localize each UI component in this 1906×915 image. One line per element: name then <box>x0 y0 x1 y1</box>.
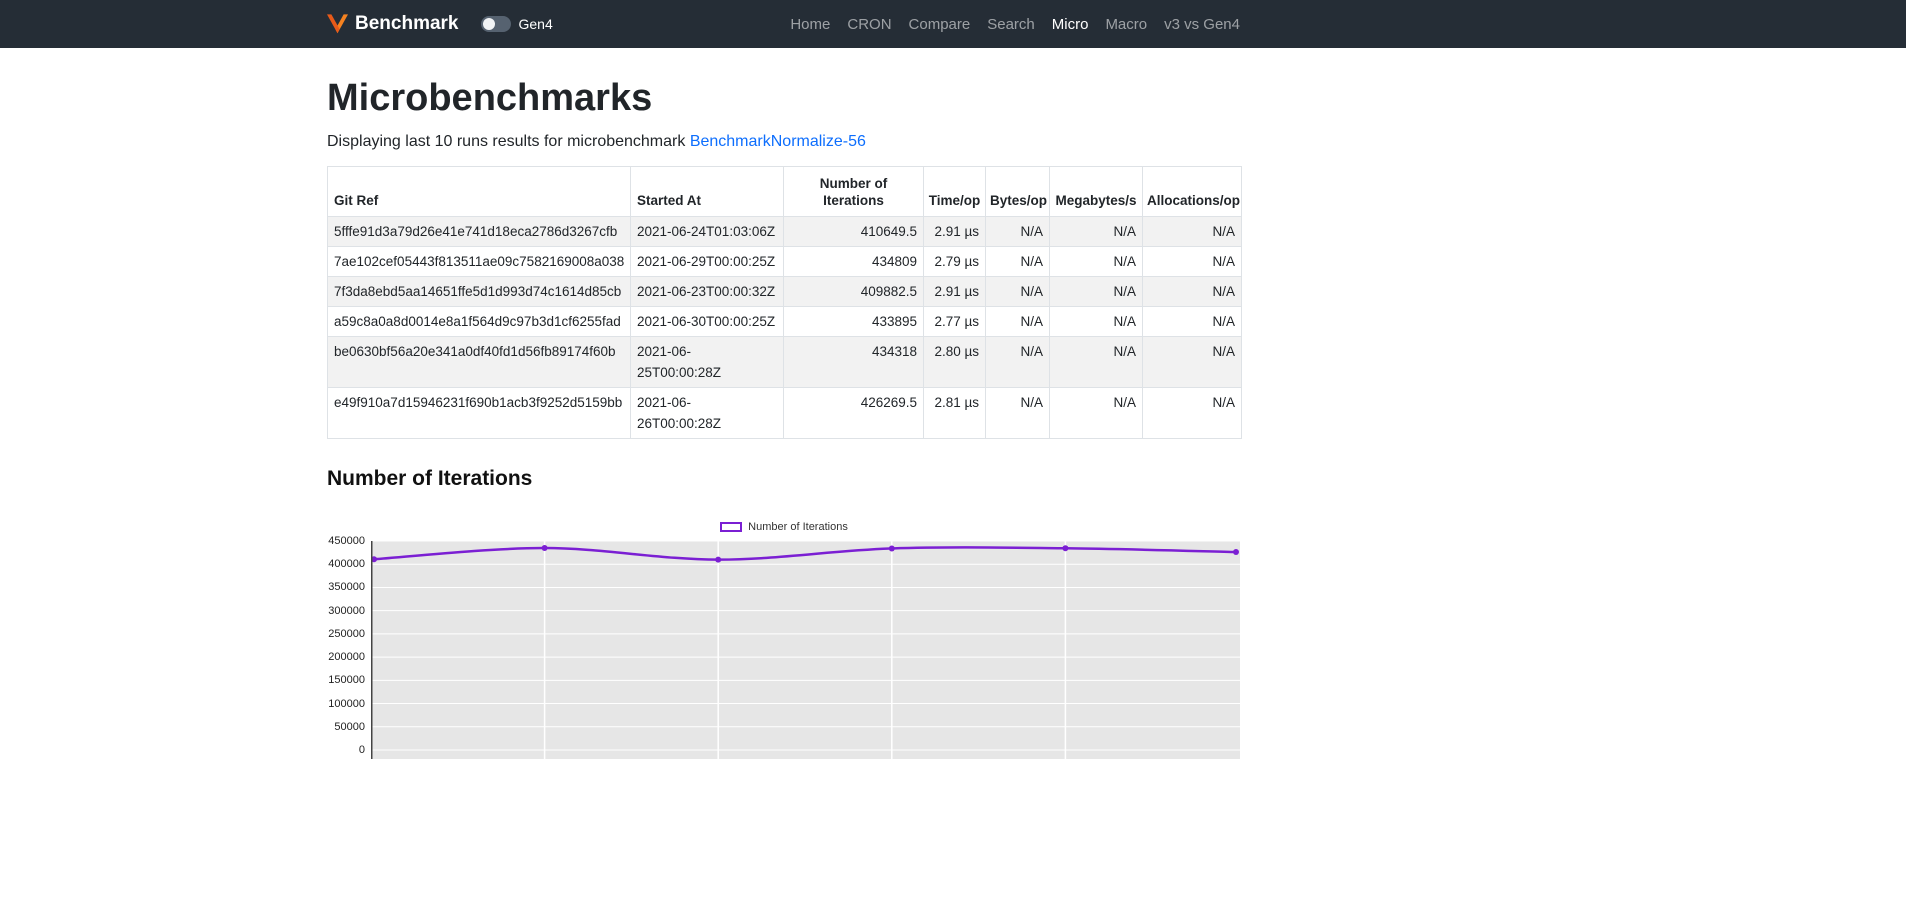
y-axis-labels: 0 50000 100000 150000 200000 250000 300000 3500… <box>327 541 365 771</box>
legend-swatch-icon <box>720 522 742 532</box>
table-row: a59c8a0a8d0014e8a1f564d9c97b3d1cf6255fad… <box>328 307 1242 337</box>
cell-megabytes-s: N/A <box>1050 217 1143 247</box>
cell-bytes-op: N/A <box>986 247 1050 277</box>
y-axis-tick: 150000 <box>327 674 365 686</box>
column-header-bytes-op: Bytes/op <box>986 167 1050 217</box>
y-axis-tick: 350000 <box>327 581 365 593</box>
navbar-inner: Benchmark Gen4 Home CRON Compare Search Micr… <box>327 13 1240 35</box>
gen4-toggle-group: Gen4 <box>481 16 553 32</box>
cell-bytes-op: N/A <box>986 277 1050 307</box>
table-row: e49f910a7d15946231f690b1acb3f9252d5159bb… <box>328 388 1242 439</box>
y-axis-tick: 0 <box>327 744 365 756</box>
chart-legend: Number of Iterations <box>327 521 1241 533</box>
cell-iterations: 410649.5 <box>784 217 924 247</box>
gen4-toggle-label: Gen4 <box>519 16 553 32</box>
cell-megabytes-s: N/A <box>1050 307 1143 337</box>
cell-allocations-op: N/A <box>1143 388 1242 439</box>
cell-time-op: 2.91 µs <box>924 217 986 247</box>
cell-bytes-op: N/A <box>986 307 1050 337</box>
cell-allocations-op: N/A <box>1143 277 1242 307</box>
nav-item-micro[interactable]: Micro <box>1052 16 1089 33</box>
cell-git-ref: e49f910a7d15946231f690b1acb3f9252d5159bb <box>328 388 631 439</box>
cell-megabytes-s: N/A <box>1050 247 1143 277</box>
cell-megabytes-s: N/A <box>1050 277 1143 307</box>
cell-time-op: 2.81 µs <box>924 388 986 439</box>
vitess-logo-icon <box>327 14 348 34</box>
table-header-row: Git RefStarted AtNumber of IterationsTim… <box>328 167 1242 217</box>
plot-area: 0 50000 100000 150000 200000 250000 300000 3500… <box>327 541 1241 771</box>
results-table: Git RefStarted AtNumber of IterationsTim… <box>327 166 1242 439</box>
y-axis-tick: 300000 <box>327 605 365 617</box>
cell-time-op: 2.91 µs <box>924 277 986 307</box>
table-row: 7ae102cef05443f813511ae09c7582169008a038… <box>328 247 1242 277</box>
y-axis-tick: 450000 <box>327 535 365 547</box>
column-header-megabytes-s: Megabytes/s <box>1050 167 1143 217</box>
gen4-toggle[interactable] <box>481 16 511 32</box>
iterations-chart: Number of Iterations 0 50000 100000 150000 2… <box>327 521 1241 771</box>
cell-git-ref: 7f3da8ebd5aa14651ffe5d1d993d74c1614d85cb <box>328 277 631 307</box>
y-axis-tick: 50000 <box>327 721 365 733</box>
cell-bytes-op: N/A <box>986 388 1050 439</box>
cell-iterations: 426269.5 <box>784 388 924 439</box>
nav-item-search[interactable]: Search <box>987 16 1035 33</box>
column-header-number-of-iterations: Number of Iterations <box>784 167 924 217</box>
y-axis-tick: 200000 <box>327 651 365 663</box>
cell-megabytes-s: N/A <box>1050 337 1143 388</box>
y-axis-tick: 100000 <box>327 698 365 710</box>
table-row: be0630bf56a20e341a0df40fd1d56fb89174f60b… <box>328 337 1242 388</box>
nav-item-cron[interactable]: CRON <box>847 16 891 33</box>
cell-time-op: 2.80 µs <box>924 337 986 388</box>
table-row: 5fffe91d3a79d26e41e741d18eca2786d3267cfb… <box>328 217 1242 247</box>
cell-iterations: 433895 <box>784 307 924 337</box>
y-axis-tick: 400000 <box>327 558 365 570</box>
page-title: Microbenchmarks <box>327 76 1241 120</box>
y-axis-tick: 250000 <box>327 628 365 640</box>
cell-allocations-op: N/A <box>1143 337 1242 388</box>
chart-section-heading: Number of Iterations <box>327 467 1241 491</box>
cell-bytes-op: N/A <box>986 337 1050 388</box>
column-header-git-ref: Git Ref <box>328 167 631 217</box>
cell-allocations-op: N/A <box>1143 307 1242 337</box>
table-header: Git RefStarted AtNumber of IterationsTim… <box>328 167 1242 217</box>
cell-git-ref: a59c8a0a8d0014e8a1f564d9c97b3d1cf6255fad <box>328 307 631 337</box>
chart-svg <box>371 541 1240 759</box>
brand-label: Benchmark <box>355 13 459 35</box>
subtitle-text: Displaying last 10 runs results for micr… <box>327 133 690 150</box>
table-row: 7f3da8ebd5aa14651ffe5d1d993d74c1614d85cb… <box>328 277 1242 307</box>
cell-time-op: 2.79 µs <box>924 247 986 277</box>
cell-started-at: 2021-06-23T00:00:32Z <box>631 277 784 307</box>
table-body: 5fffe91d3a79d26e41e741d18eca2786d3267cfb… <box>328 217 1242 439</box>
cell-iterations: 434809 <box>784 247 924 277</box>
main-content: Microbenchmarks Displaying last 10 runs … <box>327 48 1241 771</box>
cell-started-at: 2021-06-30T00:00:25Z <box>631 307 784 337</box>
nav-item-home[interactable]: Home <box>790 16 830 33</box>
subtitle: Displaying last 10 runs results for micr… <box>327 130 1241 154</box>
benchmark-link[interactable]: BenchmarkNormalize-56 <box>690 133 866 150</box>
cell-git-ref: 7ae102cef05443f813511ae09c7582169008a038 <box>328 247 631 277</box>
column-header-started-at: Started At <box>631 167 784 217</box>
cell-allocations-op: N/A <box>1143 217 1242 247</box>
cell-bytes-op: N/A <box>986 217 1050 247</box>
cell-git-ref: 5fffe91d3a79d26e41e741d18eca2786d3267cfb <box>328 217 631 247</box>
cell-megabytes-s: N/A <box>1050 388 1143 439</box>
nav-item-compare[interactable]: Compare <box>909 16 971 33</box>
cell-time-op: 2.77 µs <box>924 307 986 337</box>
nav-links: Home CRON Compare Search Micro Macro v3 vs Gen… <box>790 16 1240 33</box>
column-header-allocations-op: Allocations/op <box>1143 167 1242 217</box>
nav-item-v3-vs-gen4[interactable]: v3 vs Gen4 <box>1164 16 1240 33</box>
cell-git-ref: be0630bf56a20e341a0df40fd1d56fb89174f60b <box>328 337 631 388</box>
cell-started-at: 2021-06-25T00:00:28Z <box>631 337 784 388</box>
cell-started-at: 2021-06-29T00:00:25Z <box>631 247 784 277</box>
cell-iterations: 434318 <box>784 337 924 388</box>
cell-iterations: 409882.5 <box>784 277 924 307</box>
nav-item-macro[interactable]: Macro <box>1105 16 1147 33</box>
cell-started-at: 2021-06-24T01:03:06Z <box>631 217 784 247</box>
brand-link[interactable]: Benchmark <box>327 13 459 35</box>
cell-started-at: 2021-06-26T00:00:28Z <box>631 388 784 439</box>
navbar: Benchmark Gen4 Home CRON Compare Search Micr… <box>0 0 1906 48</box>
column-header-time-op: Time/op <box>924 167 986 217</box>
legend-label: Number of Iterations <box>748 521 848 533</box>
cell-allocations-op: N/A <box>1143 247 1242 277</box>
